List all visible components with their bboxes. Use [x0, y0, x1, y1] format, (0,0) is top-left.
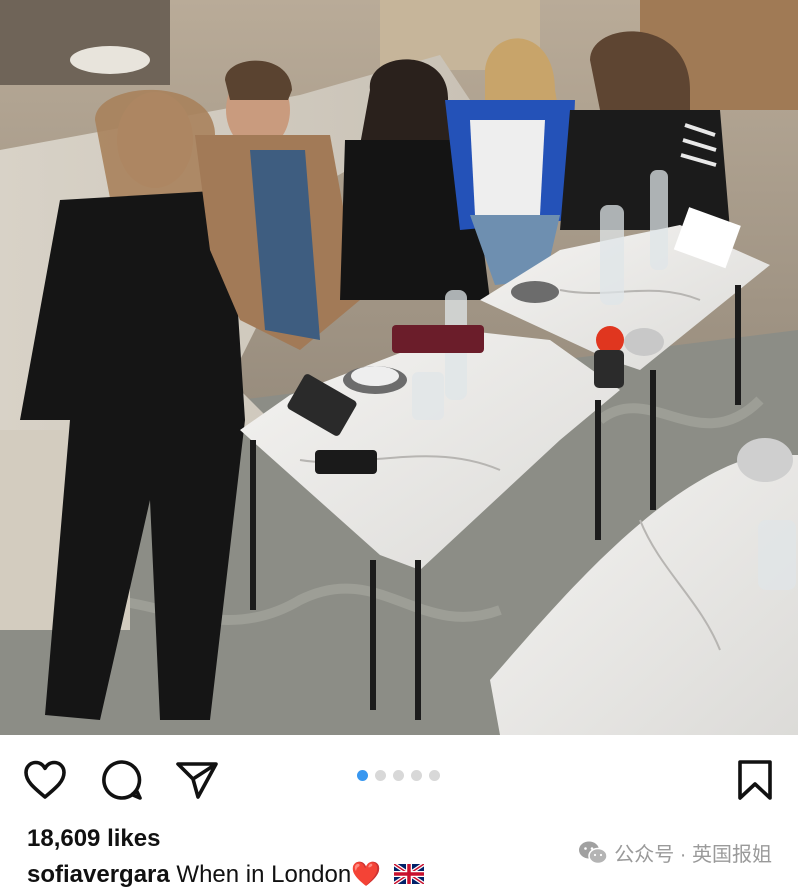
carousel-dot	[357, 770, 368, 781]
carousel-dot	[393, 770, 404, 781]
watermark-text: 公众号 · 英国报姐	[614, 844, 772, 866]
carousel-dot	[411, 770, 422, 781]
speech-bubble-icon[interactable]	[99, 757, 145, 803]
paper-plane-icon[interactable]	[174, 757, 220, 803]
carousel-dot	[429, 770, 440, 781]
likes-count[interactable]: 18,609 likes	[27, 825, 160, 853]
carousel-indicator	[357, 770, 440, 781]
post-caption: sofiavergara When in London❤️	[27, 860, 424, 889]
post-photo[interactable]	[0, 0, 798, 735]
carousel-dot	[375, 770, 386, 781]
bookmark-outline-icon[interactable]	[732, 757, 778, 803]
wechat-icon	[579, 841, 608, 864]
uk-flag-icon	[393, 864, 424, 884]
heart-outline-icon[interactable]	[22, 757, 68, 803]
post-action-bar	[0, 735, 798, 825]
watermark: 公众号 · 英国报姐	[578, 838, 772, 867]
